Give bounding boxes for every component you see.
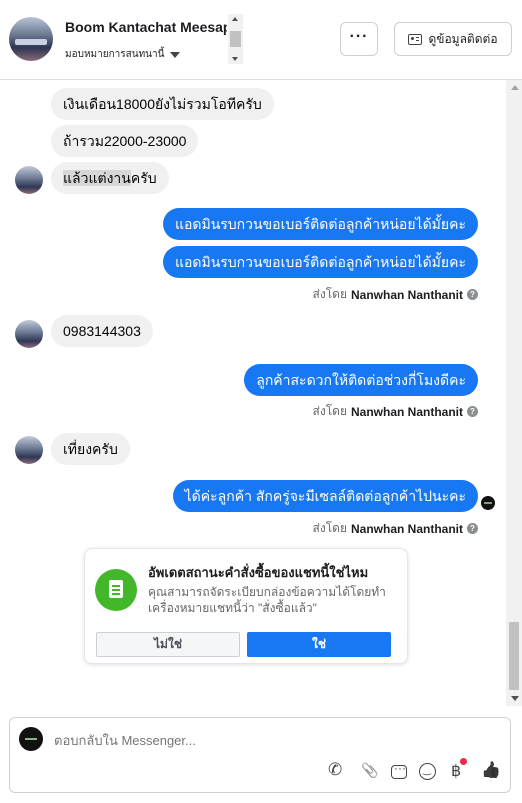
help-icon[interactable]: ? [467,289,478,300]
message-bubble-incoming[interactable]: ถ้ารวม22000-23000 [51,125,199,157]
sent-by-prefix: ส่งโดย [312,404,347,418]
message-text: ครับ [130,170,157,186]
order-card-title: อัพเดตสถานะคำสั่งซื้อของแชทนี้ใช่ไหม [148,565,369,580]
scroll-down-arrow-icon[interactable] [511,696,519,701]
message-bubble-outgoing[interactable]: ได้ค่ะลูกค้า สักครู่จะมีเซลล์ติดต่อลูกค้… [172,480,478,512]
page-avatar [19,727,43,751]
scroll-down-arrow-icon[interactable] [232,57,238,61]
like-icon[interactable] [480,761,500,781]
sender-name: Nanwhan Nanthanit [350,404,463,419]
sent-by-prefix: ส่งโดย [312,521,347,535]
conversation-header: Boom Kantachat Meesap มอบหมายการสนทนานี้… [0,0,522,80]
reply-input[interactable] [54,733,434,748]
header-scrollbar[interactable] [228,14,243,64]
more-options-button[interactable]: ··· [340,22,378,56]
order-icon [95,569,137,611]
payment-icon[interactable] [448,758,468,781]
sent-by-label: ส่งโดย Nanwhan Nanthanit ? [313,519,478,538]
message-thread: เงินเดือน18000ยังไม่รวมโอทีครับ ถ้ารวม22… [0,80,522,706]
message-bubble-outgoing[interactable]: แอดมินรบกวนขอเบอร์ติดต่อลูกค้าหน่อยได้มั… [162,246,478,278]
scroll-thumb[interactable] [509,622,519,690]
scroll-up-arrow-icon[interactable] [232,17,238,21]
contact-avatar-small[interactable] [15,166,43,194]
contact-avatar[interactable] [9,17,53,61]
assign-label: มอบหมายการสนทนานี้ [65,49,165,60]
composer-toolbar [327,758,500,781]
scroll-up-arrow-icon[interactable] [511,85,519,90]
caret-down-icon [170,51,181,58]
attach-icon[interactable] [359,761,379,781]
sent-by-label: ส่งโดย Nanwhan Nanthanit ? [313,285,478,304]
help-icon[interactable]: ? [467,406,478,417]
no-button[interactable]: ไม่ใช่ [96,632,240,657]
assign-conversation-dropdown[interactable]: มอบหมายการสนทนานี้ [65,47,181,62]
contact-avatar-small[interactable] [15,320,43,348]
message-bubble-incoming[interactable]: เที่ยงครับ [51,433,130,465]
seen-indicator-icon [481,496,495,510]
message-bubble-incoming[interactable]: เงินเดือน18000ยังไม่รวมโอทีครับ [51,88,274,120]
yes-button[interactable]: ใช่ [247,632,391,657]
call-icon[interactable] [327,760,347,781]
order-status-card: อัพเดตสถานะคำสั่งซื้อของแชทนี้ใช่ไหม คุณ… [84,548,408,664]
chat-scrollbar[interactable] [506,80,522,706]
contact-card-icon [408,33,423,45]
sent-by-prefix: ส่งโดย [312,287,347,301]
contact-avatar-small[interactable] [15,436,43,464]
order-card-description: คุณสามารถจัดระเบียบกล่องข้อความได้โดยทำเ… [148,585,386,615]
sender-name: Nanwhan Nanthanit [350,287,463,302]
message-composer [9,717,511,793]
view-contact-info-button[interactable]: ดูข้อมูลติดต่อ [394,22,512,56]
sender-name: Nanwhan Nanthanit [350,521,463,536]
highlighted-text: แล้วแต่งาน [63,170,131,186]
message-bubble-incoming[interactable]: 0983144303 [51,315,153,347]
emoji-icon[interactable] [419,762,436,780]
sent-by-label: ส่งโดย Nanwhan Nanthanit ? [313,402,478,421]
scroll-thumb[interactable] [230,31,241,47]
help-icon[interactable]: ? [467,523,478,534]
message-bubble-incoming[interactable]: แล้วแต่งานครับ [51,162,169,194]
message-bubble-outgoing[interactable]: แอดมินรบกวนขอเบอร์ติดต่อลูกค้าหน่อยได้มั… [162,208,478,240]
saved-reply-icon[interactable] [391,761,407,779]
message-bubble-outgoing[interactable]: ลูกค้าสะดวกให้ติดต่อช่วงกี่โมงดีคะ [244,364,478,396]
contact-name[interactable]: Boom Kantachat Meesap [65,19,227,35]
contact-info-label: ดูข้อมูลติดต่อ [428,31,498,46]
